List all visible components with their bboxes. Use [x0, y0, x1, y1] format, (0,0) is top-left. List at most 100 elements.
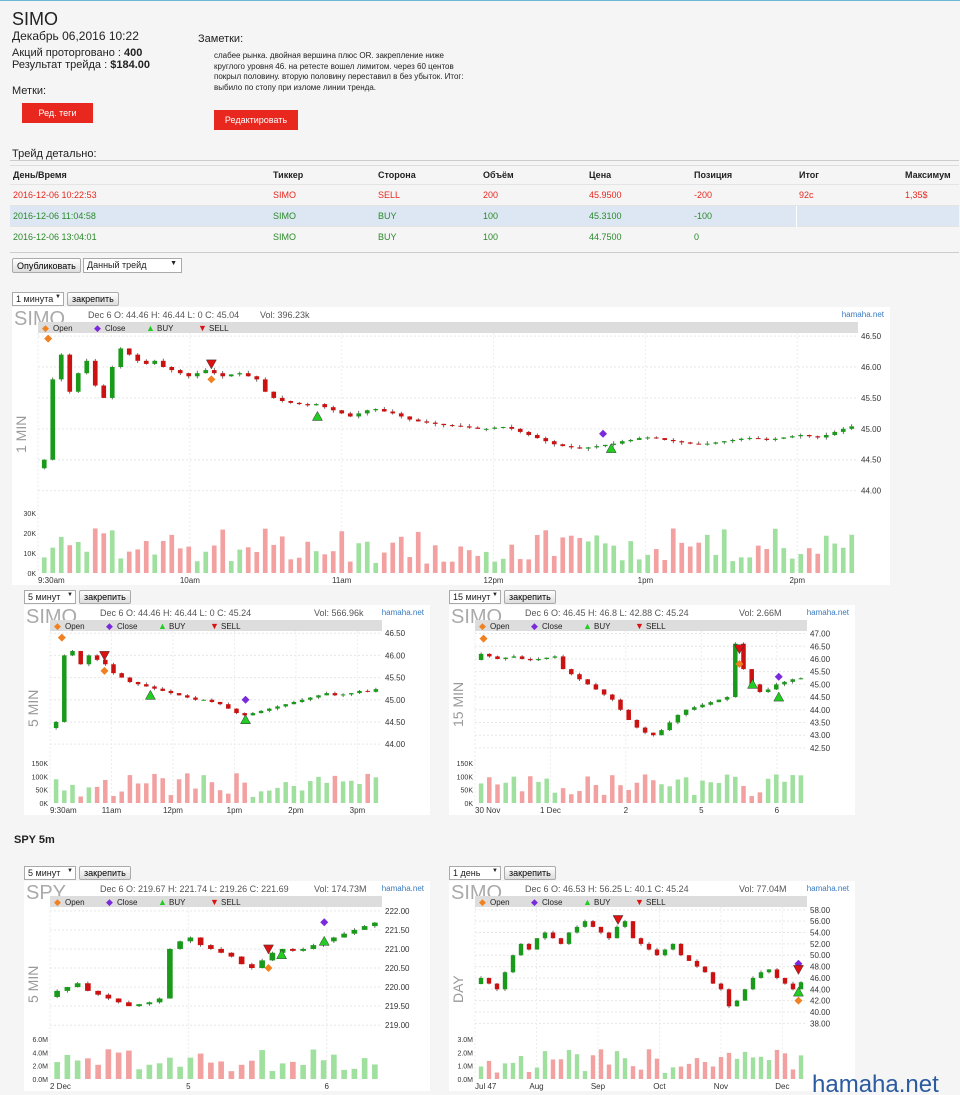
x-tick-label: 2 Dec	[50, 1082, 71, 1091]
candle	[718, 983, 724, 990]
pin-button[interactable]: закрепить	[67, 292, 119, 306]
candle	[245, 373, 251, 377]
candle	[290, 948, 296, 951]
volume-bar	[519, 791, 525, 803]
candle	[601, 689, 607, 695]
legend-open: Open	[53, 324, 73, 333]
chart-volume-info: Vol: 77.04M	[739, 884, 787, 894]
volume-bar	[798, 1055, 804, 1079]
volume-bar	[558, 1059, 564, 1079]
candle	[534, 938, 540, 950]
chart-c2[interactable]: SIMO 5 MIN Dec 6 O: 44.46 H: 46.44 L: 0 C:…	[24, 605, 430, 815]
volume-bar	[790, 775, 795, 803]
volume-bar	[300, 1065, 306, 1079]
interval-select[interactable]: 1 минута ▼	[12, 292, 64, 306]
volume-bar	[269, 1071, 276, 1079]
sell-marker-icon: ▼	[635, 621, 644, 631]
candle	[316, 695, 321, 698]
volume-bar	[782, 1053, 788, 1079]
volume-bar	[601, 794, 607, 803]
candle	[160, 688, 165, 691]
buy-marker-icon	[605, 443, 617, 453]
volume-bar	[92, 528, 98, 573]
trade-select[interactable]: Данный трейд ▼	[83, 258, 182, 273]
candle	[127, 677, 133, 683]
candle	[167, 948, 173, 999]
candle	[630, 921, 636, 939]
volume-bar	[645, 554, 651, 573]
candle	[262, 379, 268, 392]
volume-bar	[560, 537, 566, 573]
x-tick-label: Aug	[529, 1082, 543, 1091]
volume-bar	[478, 1066, 484, 1079]
volume-bar	[144, 783, 149, 803]
candle	[424, 421, 430, 423]
interval-select[interactable]: 5 минут ▼	[24, 590, 76, 604]
candle	[500, 426, 506, 428]
chart-c5[interactable]: SIMO DAY Dec 6 O: 46.53 H: 56.25 L: 40.1 C…	[449, 881, 855, 1091]
candle	[373, 409, 379, 411]
cell: 45.9500	[586, 184, 691, 206]
candle	[390, 411, 396, 414]
candle	[361, 926, 368, 930]
edit-notes-button[interactable]: Редактировать	[214, 110, 298, 130]
candle	[765, 689, 771, 692]
candle	[738, 438, 744, 440]
y-tick-label: 52.00	[810, 940, 831, 949]
volume-bar	[169, 534, 175, 573]
volume-bar	[62, 790, 67, 803]
volume-bar	[271, 544, 277, 573]
volume-bar	[815, 553, 821, 573]
volume-bar	[716, 783, 722, 803]
candle	[502, 972, 508, 990]
interval-select[interactable]: 5 минут ▼	[24, 866, 76, 880]
volume-bar	[228, 561, 234, 573]
pin-button[interactable]: закрепить	[79, 866, 131, 880]
candle	[602, 444, 608, 447]
edit-tags-button[interactable]: Ред. теги	[22, 103, 93, 123]
volume-bar	[517, 559, 523, 573]
y-tick-label: 45.50	[861, 394, 882, 403]
y-tick-label: 43.50	[810, 719, 831, 728]
candle	[724, 697, 730, 700]
candle	[750, 977, 756, 990]
volume-bar	[177, 548, 183, 573]
volume-bar	[126, 551, 132, 573]
volume-tick-label: 50K	[461, 788, 474, 795]
volume-bar	[692, 794, 697, 803]
cell: BUY	[375, 226, 480, 248]
chart-c3[interactable]: SIMO 15 MIN Dec 6 O: 46.45 H: 46.8 L: 42.8…	[449, 605, 855, 815]
chart-period-label: DAY	[450, 975, 466, 1003]
candle	[143, 360, 149, 364]
chart-c1[interactable]: SIMO 1 MIN Dec 6 O: 44.46 H: 46.44 L: 0 C:…	[12, 307, 890, 585]
hamaha-link: hamaha.net	[382, 884, 425, 893]
candle	[774, 969, 780, 978]
trade-date: Декабрь 06,2016 10:22	[12, 29, 139, 43]
candle	[638, 938, 644, 944]
candle	[398, 413, 404, 417]
y-tick-label: 58.00	[810, 906, 831, 915]
pin-button[interactable]: закрепить	[504, 866, 556, 880]
chart-c4[interactable]: SPY 5 MIN Dec 6 O: 219.67 H: 221.74 L: 219…	[24, 881, 430, 1091]
volume-bar	[718, 1057, 724, 1079]
publish-button[interactable]: Опубликовать	[12, 258, 81, 273]
notes-label: Заметки:	[198, 33, 244, 45]
volume-bar	[208, 1062, 214, 1079]
volume-bar	[764, 549, 770, 573]
candle	[585, 447, 591, 449]
interval-select[interactable]: 1 день ▼	[449, 866, 501, 880]
candle	[249, 964, 255, 968]
candle	[217, 701, 223, 705]
candle	[840, 428, 846, 432]
volume-bar	[730, 561, 736, 573]
pin-button[interactable]: закрепить	[79, 590, 131, 604]
cell: SELL	[375, 184, 480, 206]
candle	[349, 693, 354, 695]
pin-button[interactable]: закрепить	[504, 590, 556, 604]
volume-bar	[94, 786, 100, 803]
y-tick-label: 219.50	[385, 1002, 410, 1011]
interval-select[interactable]: 15 минут ▼	[449, 590, 501, 604]
volume-bar	[115, 1052, 122, 1079]
buy-marker-icon	[312, 410, 323, 421]
y-tick-label: 45.50	[810, 668, 831, 677]
